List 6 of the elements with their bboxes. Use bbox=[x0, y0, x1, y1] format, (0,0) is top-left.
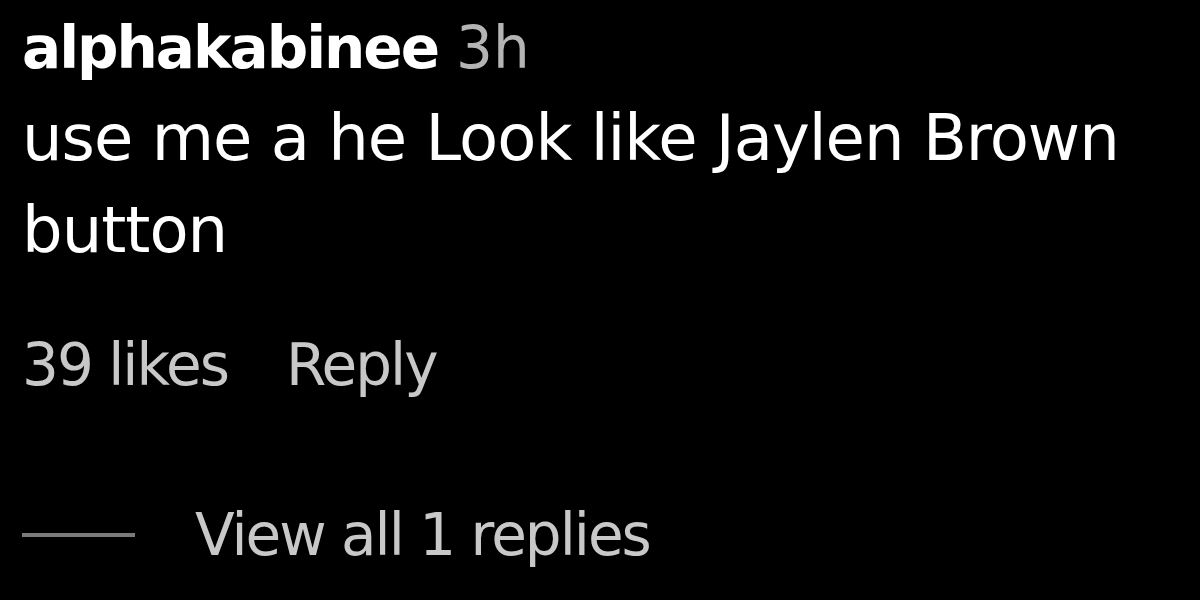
comment-text: use me a he Look like Jaylen Brown button bbox=[22, 100, 1120, 269]
view-replies-link[interactable]: View all 1 replies bbox=[195, 500, 650, 570]
reply-link[interactable]: Reply bbox=[285, 330, 437, 400]
timestamp: 3h bbox=[456, 13, 530, 84]
username[interactable]: alphakabinee bbox=[22, 10, 439, 86]
likes-count: 39 likes bbox=[22, 330, 228, 400]
